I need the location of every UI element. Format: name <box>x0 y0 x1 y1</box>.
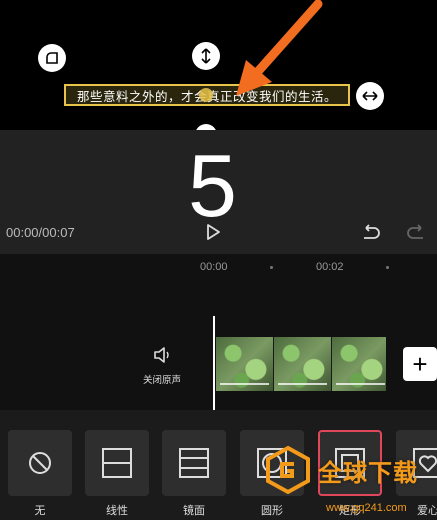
mask-option-linear[interactable]: 线性 <box>85 430 149 518</box>
annotation-arrow-icon <box>236 0 323 96</box>
video-clip[interactable] <box>216 337 386 391</box>
speaker-icon <box>154 347 169 363</box>
countdown-number: 5 <box>188 136 237 235</box>
player-panel: 5 00:00/00:07 <box>0 130 437 254</box>
mask-option-label: 无 <box>34 504 46 517</box>
clip-frame <box>274 337 332 391</box>
timeline-panel[interactable]: 00:00 00:02 关闭原声 + <box>0 254 437 410</box>
mirror-mask-icon <box>179 448 209 478</box>
linear-mask-icon <box>102 448 132 478</box>
mask-option-mirror[interactable]: 镜面 <box>162 430 226 518</box>
watermark-url: www.gq241.com <box>326 502 407 514</box>
clip-frame <box>216 337 274 391</box>
add-clip-button[interactable]: + <box>403 347 437 381</box>
watermark-text: 全球下载 <box>318 458 418 487</box>
mask-option-none[interactable]: 无 <box>8 430 72 518</box>
playhead[interactable] <box>213 316 215 410</box>
mute-label: 关闭原声 <box>142 375 181 386</box>
mask-option-label: 线性 <box>106 504 128 517</box>
mask-option-label: 镜面 <box>183 504 205 517</box>
video-preview: 那些意料之外的，才会真正改变我们的生活。 <box>0 0 437 146</box>
watermark-logo-icon <box>266 445 310 495</box>
timeline-dot <box>270 266 273 269</box>
play-icon[interactable] <box>203 222 223 242</box>
timeline-tick: 00:00 <box>200 261 228 273</box>
none-icon <box>29 452 51 474</box>
redo-icon[interactable] <box>405 224 427 242</box>
clip-frame <box>332 337 386 391</box>
mute-original-audio-button[interactable]: 关闭原声 <box>140 346 184 386</box>
timeline-dot <box>386 266 389 269</box>
playback-time: 00:00/00:07 <box>6 225 75 240</box>
mask-option-label: 圆形 <box>261 504 283 517</box>
site-watermark: 全球下载 <box>262 444 418 496</box>
timeline-tick: 00:02 <box>316 261 344 273</box>
undo-icon[interactable] <box>360 224 382 242</box>
